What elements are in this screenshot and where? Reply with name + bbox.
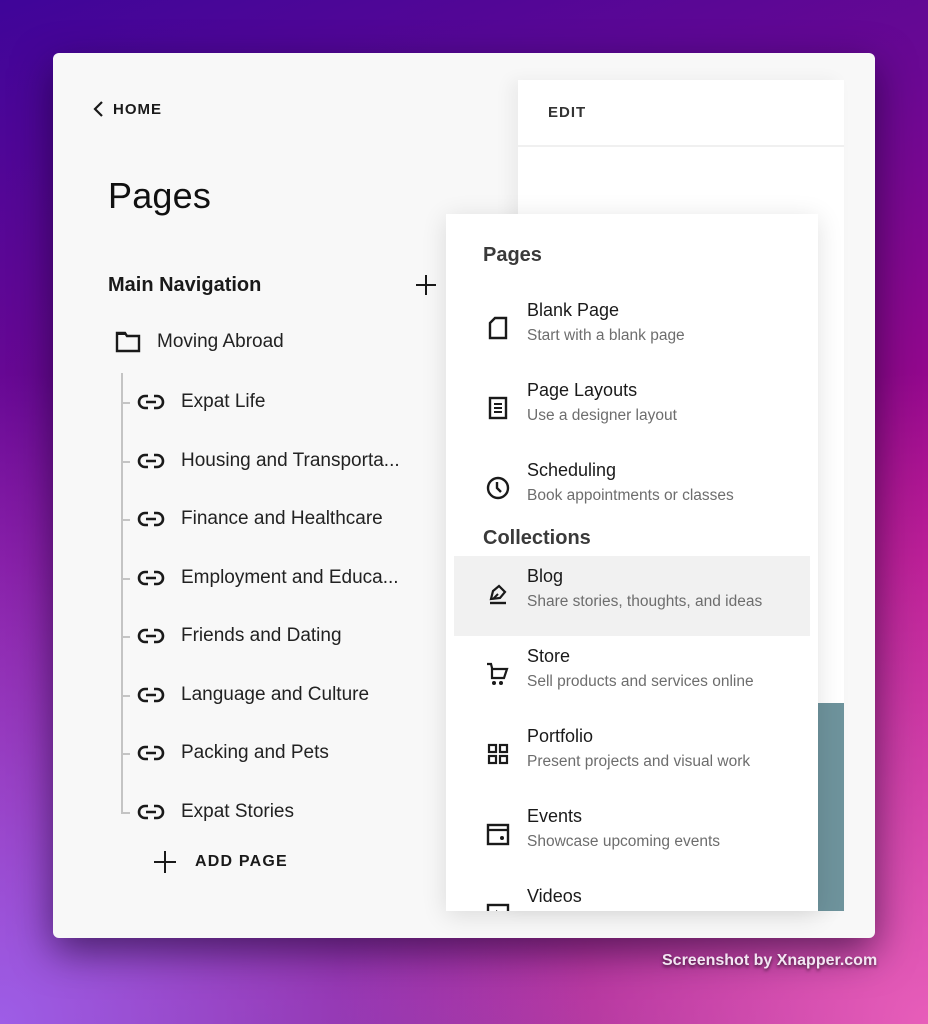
menu-item-scheduling[interactable]: Scheduling Book appointments or classes [454,450,810,530]
menu-item-name: Blank Page [527,300,620,320]
link-icon [137,568,165,588]
menu-item-portfolio[interactable]: Portfolio Present projects and visual wor… [454,716,810,796]
menu-item-name: Portfolio [527,726,594,746]
home-back-link[interactable]: HOME [91,99,162,119]
tree-tick [121,694,130,697]
tree-tick [121,519,130,522]
watermark: Screenshot by Xnapper.com [662,952,878,969]
edit-button[interactable]: EDIT [548,104,586,121]
tree-tick [121,577,130,580]
page-label: Housing and Transporta... [181,449,400,471]
page-label: Language and Culture [181,683,370,705]
page-layouts-icon [484,394,512,422]
add-page-label: ADD PAGE [195,853,288,870]
clock-icon [484,474,512,502]
menu-item-description: Sell products and services online [527,673,754,690]
app-window: HOME Pages Main Navigation Moving Abroad… [53,53,875,938]
menu-item-description: Use a designer layout [527,407,677,424]
home-label: HOME [113,100,162,118]
chevron-left-icon [93,101,103,117]
tree-tick [121,636,130,639]
page-label: Packing and Pets [181,742,329,764]
menu-item-description: Start with a blank page [527,327,685,344]
menu-item-description: Book appointments or classes [527,487,734,504]
edit-bar: EDIT [518,80,844,147]
calendar-icon [484,820,512,848]
menu-item-videos[interactable]: Videos [454,876,810,911]
menu-item-description: Share stories, thoughts, and ideas [527,593,763,610]
link-icon [137,626,165,646]
menu-item-blog[interactable]: Blog Share stories, thoughts, and ideas [454,556,810,636]
menu-item-name: Store [527,646,571,666]
menu-item-name: Page Layouts [527,380,638,400]
main-navigation-header: Main Navigation [108,273,438,297]
menu-item-blank-page[interactable]: Blank Page Start with a blank page [454,290,810,370]
tree-tick [121,753,130,756]
link-icon [137,392,165,412]
page-label: Friends and Dating [181,625,342,647]
add-navigation-item-icon[interactable] [414,273,438,297]
grid-icon [484,740,512,768]
menu-section-collections: Collections [483,527,591,549]
link-icon [137,802,165,822]
page-label: Expat Life [181,391,266,413]
menu-item-description: Present projects and visual work [527,753,751,770]
cart-icon [484,660,512,688]
add-page-button[interactable]: ADD PAGE [153,850,288,874]
link-icon [137,509,165,529]
add-page-menu: Pages Collections Blank Page Start with a… [446,214,818,911]
pen-icon [484,580,512,608]
menu-item-name: Videos [527,886,582,906]
preview-accent-block [818,703,844,911]
plus-icon [154,851,176,873]
menu-item-events[interactable]: Events Showcase upcoming events [454,796,810,876]
blank-page-icon [484,314,512,342]
folder-moving-abroad[interactable]: Moving Abroad [115,331,284,353]
folder-icon [115,331,141,353]
tree-tick [121,460,130,463]
video-icon [484,900,512,911]
main-navigation-title: Main Navigation [108,273,262,296]
page-title: Pages [108,175,212,216]
tree-tick [121,811,130,814]
menu-item-name: Blog [527,566,564,586]
link-icon [137,451,165,471]
tree-tick [121,402,130,405]
menu-item-name: Events [527,806,583,826]
tree-connector [121,373,123,813]
menu-item-store[interactable]: Store Sell products and services online [454,636,810,716]
menu-item-name: Scheduling [527,460,617,480]
link-icon [137,743,165,763]
page-label: Expat Stories [181,800,294,822]
menu-item-page-layouts[interactable]: Page Layouts Use a designer layout [454,370,810,450]
page-label: Employment and Educa... [181,566,399,588]
folder-label: Moving Abroad [157,331,284,352]
menu-item-description: Showcase upcoming events [527,833,721,850]
link-icon [137,685,165,705]
page-label: Finance and Healthcare [181,508,383,530]
menu-section-pages: Pages [483,244,542,266]
